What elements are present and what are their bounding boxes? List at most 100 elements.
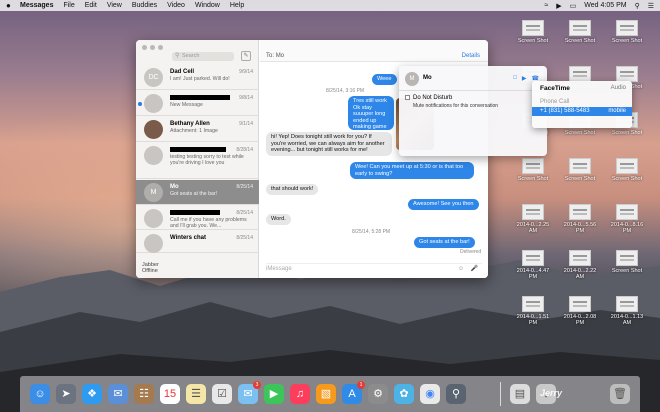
messages-icon[interactable]: ✉ 3 [238,381,261,404]
trash-icon[interactable]: 🗑 [610,384,630,404]
details-button[interactable]: Details [462,53,480,59]
desktop-file-icon[interactable]: Screen Shot [513,158,553,182]
file-thumbnail [569,66,591,82]
chrome-icon[interactable]: ◉ [420,384,440,404]
mail-icon[interactable]: ✉ [108,384,128,404]
desktop-file-icon[interactable]: 2014-0...2.25 AM [513,204,553,234]
file-thumbnail [569,250,591,266]
menu-messages[interactable]: Messages [20,2,53,9]
conversation-item[interactable]: 8/28/14 testing testing sorry to test wh… [136,143,259,179]
facetime-icon[interactable]: ▶ [264,384,284,404]
menu-help[interactable]: Help [230,2,244,9]
minimize-button[interactable] [150,45,155,50]
emoji-icon[interactable]: ☺ [458,264,464,274]
phone-call-label: Phone Call [540,99,570,105]
notification-center-icon[interactable]: ☰ [648,2,654,10]
conversation-name-redacted [170,95,230,102]
wifi-icon[interactable]: ≈ [544,2,548,9]
video-call-icon[interactable]: ▶ [522,75,527,82]
search-icon[interactable]: ⚲ [635,2,640,10]
avatar: M [144,183,163,202]
compose-button[interactable]: ✎ [241,51,251,61]
message-timestamp: 8/25/14, 3:16 PM [326,88,365,94]
desktop-file-icon[interactable]: 2014-0...1.51 PM [513,296,553,326]
file-thumbnail [569,20,591,36]
menu-file[interactable]: File [63,2,74,9]
quicktime-icon[interactable]: ⚲ [446,384,466,404]
contact-avatar: M [405,72,419,86]
battery-icon[interactable]: ▭ [570,2,577,10]
file-label: 2014-0...1.51 PM [516,314,550,326]
message-input[interactable]: iMessage ☺ 🎤 [266,263,482,273]
conversation-item[interactable]: Winters chat 8/25/14 [136,231,259,253]
close-button[interactable] [142,45,147,50]
menu-edit[interactable]: Edit [85,2,97,9]
conversation-item[interactable]: Bethany Allen 9/1/14 Attachment: 1 Image [136,117,259,142]
contact-name: Mo [423,75,432,81]
file-thumbnail [616,66,638,82]
facetime-title[interactable]: FaceTime [540,85,570,92]
microphone-icon[interactable]: 🎤 [471,264,478,274]
message-bubble-received: hi! Yep! Does tonight still work for you… [266,132,392,156]
twitter-icon[interactable]: ✿ [394,384,414,404]
account-status[interactable]: Jabber Offline [142,262,159,274]
desktop-file-icon[interactable]: 2014-0...5.56 PM [560,204,600,234]
file-label: Screen Shot [611,38,643,44]
divider [399,90,547,91]
search-input[interactable]: ⚲ Search [172,52,234,61]
menu-video[interactable]: Video [167,2,185,9]
notes-icon[interactable]: ☰ [186,384,206,404]
dnd-checkbox[interactable] [405,95,410,100]
conversation-item[interactable]: 9/8/14 New Message [136,91,259,116]
avatar [144,120,163,139]
phone-number-item[interactable]: +1 (831) 588-5483 mobile [532,107,632,116]
documents-stack-icon[interactable]: ▤ [510,384,530,404]
file-label: 2014-0...2.22 AM [563,268,597,280]
file-thumbnail [522,204,544,220]
facetime-audio[interactable]: Audio [611,85,626,91]
calendar-icon[interactable]: 15 [160,384,180,404]
desktop-file-icon[interactable]: Screen Shot [607,20,647,44]
app-store-icon[interactable]: A1 [342,381,365,404]
conversation-date: 8/25/14 [236,184,253,190]
menu-view[interactable]: View [107,2,122,9]
desktop-file-icon[interactable]: 2014-0...2.08 PM [560,296,600,326]
desktop-file-icon[interactable]: 2014-0...2.22 AM [560,250,600,280]
contacts-icon[interactable]: ☷ [134,384,154,404]
file-thumbnail [616,20,638,36]
itunes-icon[interactable]: ♫ [290,384,310,404]
zoom-button[interactable] [158,45,163,50]
window-controls [142,45,163,50]
launchpad-icon[interactable]: ➤ [56,384,76,404]
message-icon[interactable]: □ [513,75,517,82]
file-label: 2014-0...5.56 PM [563,222,597,234]
desktop-file-icon[interactable]: Screen Shot [560,158,600,182]
volume-icon[interactable]: ▶ [556,2,561,10]
conversation-date: 8/25/14 [236,235,253,241]
desktop-file-icon[interactable]: 2014-0...8.16 PM [607,204,647,234]
desktop-file-icon[interactable]: Screen Shot [560,20,600,44]
conversation-item[interactable]: DC Dad Cell 9/9/14 I am! Just parked. Wi… [136,65,259,90]
desktop-file-icon[interactable]: Screen Shot [607,158,647,182]
clock[interactable]: Wed 4:05 PM [584,2,626,9]
conversation-item[interactable]: 8/25/14 Call me if you have any problems… [136,206,259,230]
system-preferences-icon[interactable]: ⚙ [368,384,388,404]
reminders-icon[interactable]: ☑ [212,384,232,404]
apple-menu-icon[interactable]: ● [6,1,14,10]
file-label: Screen Shot [564,38,596,44]
finder-icon[interactable]: ☺ [30,384,50,404]
dock-separator [500,382,501,406]
safari-icon[interactable]: ❖ [82,384,102,404]
desktop-file-icon[interactable]: 2014-0...1.13 AM [607,296,647,326]
ibooks-icon[interactable]: ▧ [316,384,336,404]
conversation-item-selected[interactable]: M Mo 8/25/14 Got seats at the bar! [136,180,259,205]
avatar [144,94,163,113]
desktop-file-icon[interactable]: 2014-0...4.47 PM [513,250,553,280]
menu-buddies[interactable]: Buddies [132,2,157,9]
to-field[interactable]: To: Mo [266,53,284,59]
desktop-file-icon[interactable]: Screen Shot [607,250,647,274]
desktop-file-icon[interactable]: Screen Shot [513,20,553,44]
file-thumbnail [616,250,638,266]
menu-window[interactable]: Window [195,2,220,9]
phone-number-type: mobile [608,108,626,114]
